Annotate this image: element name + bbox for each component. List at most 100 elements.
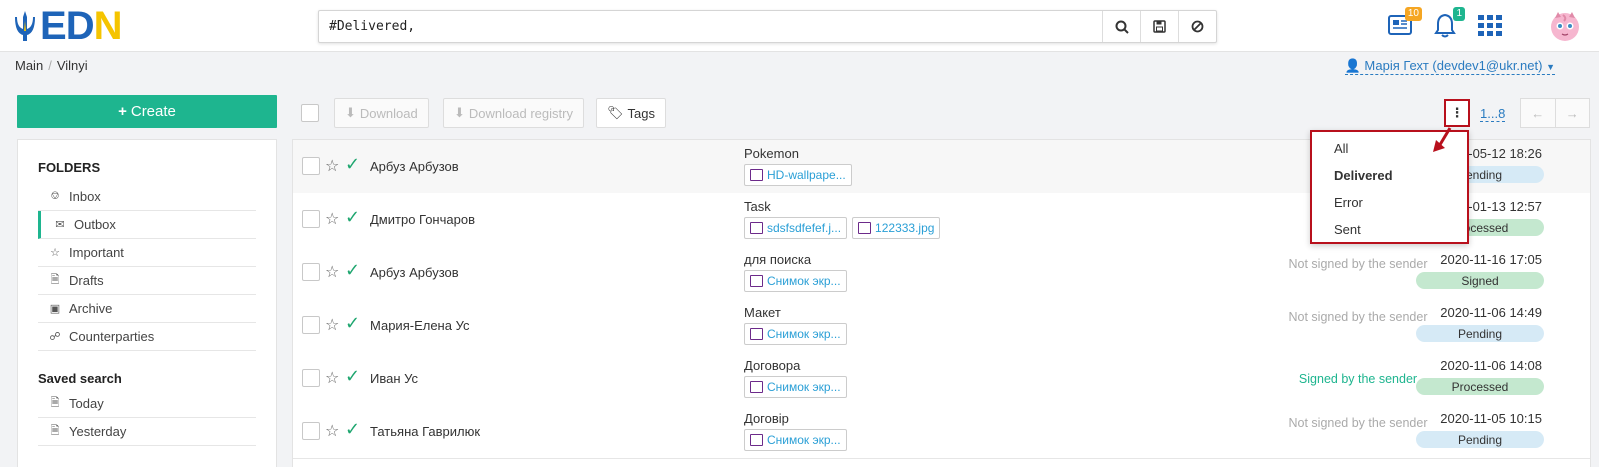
user-icon: 👤	[1344, 58, 1361, 73]
image-icon	[750, 169, 763, 181]
breadcrumb-current: Vilnyi	[56, 58, 88, 73]
sidebar: FOLDERS ⎊ Inbox ✉ Outbox ☆ Important 🗎 Draft…	[17, 139, 277, 467]
table-row[interactable]: ☆ ✓ Арбуз Арбузов для поиска Снимок экр.…	[293, 246, 1590, 300]
sidebar-item-archive[interactable]: ▣ Archive	[38, 295, 256, 323]
download-registry-label: Download registry	[468, 105, 573, 121]
sidebar-item-drafts[interactable]: 🗎 Drafts	[38, 267, 256, 295]
attachment[interactable]: Снимок экр...	[744, 270, 847, 292]
create-label: Create	[130, 103, 176, 120]
saved-search-label: Yesterday	[69, 424, 127, 439]
row-checkbox[interactable]	[302, 422, 320, 440]
checkmark-icon: ✓	[345, 313, 361, 333]
attachment[interactable]: Снимок экр...	[744, 376, 847, 398]
row-checkbox[interactable]	[302, 369, 320, 387]
star-icon[interactable]: ☆	[325, 209, 339, 229]
avatar[interactable]	[1548, 9, 1582, 43]
checkmark-icon: ✓	[345, 366, 361, 386]
checkmark-icon: ✓	[345, 419, 361, 439]
save-search-button[interactable]	[1140, 11, 1178, 42]
tags-button[interactable]: 🏷 Tags	[596, 98, 666, 128]
download-icon: ⬇	[454, 105, 465, 120]
sidebar-item-outbox[interactable]: ✉ Outbox	[38, 211, 256, 239]
download-button[interactable]: ⬇ Download	[334, 98, 429, 128]
attachment-name: 122333.jpg	[875, 221, 935, 235]
clear-search-button[interactable]	[1178, 11, 1216, 42]
checkmark-icon: ✓	[345, 154, 361, 174]
sidebar-item-counterparties[interactable]: ☍ Counterparties	[38, 323, 256, 351]
folders-heading: FOLDERS	[38, 160, 101, 175]
plus-icon: +	[118, 103, 127, 120]
star-icon[interactable]: ☆	[325, 368, 339, 388]
select-all-checkbox[interactable]	[301, 104, 319, 122]
sender-name: Татьяна Гаврилюк	[370, 424, 481, 439]
table-row[interactable]: ☆ ✓ Мария-Елена Ус Макет Снимок экр... N…	[293, 299, 1590, 353]
user-label: Марія Гехт (devdev1@ukr.net)	[1364, 58, 1543, 73]
status-badge: Pending	[1416, 431, 1544, 448]
pagination[interactable]: 1...8	[1480, 106, 1506, 122]
attachment[interactable]: 122333.jpg	[852, 217, 941, 239]
search-button[interactable]	[1102, 11, 1140, 42]
sidebar-item-label: Drafts	[69, 273, 104, 288]
checkmark-icon: ✓	[345, 260, 361, 280]
subject: Договір	[744, 411, 789, 426]
breadcrumb-main[interactable]: Main	[15, 58, 43, 73]
apps-button[interactable]	[1478, 15, 1502, 37]
page-arrows: ← →	[1520, 98, 1590, 128]
sender-name: Арбуз Арбузов	[370, 159, 459, 174]
table-row[interactable]: ☆ ✓ Иван Ус Договора Снимок экр... Signe…	[293, 352, 1590, 406]
table-row[interactable]: ☆ ✓ Татьяна Гаврилюк Договір Снимок экр.…	[293, 405, 1590, 459]
saved-search-yesterday[interactable]: 🗎 Yesterday	[38, 418, 256, 446]
user-menu[interactable]: 👤 Марія Гехт (devdev1@ukr.net) ▼	[1344, 58, 1555, 75]
image-icon	[750, 434, 763, 446]
search-bar	[318, 10, 1217, 43]
filter-option-sent[interactable]: Sent	[1312, 216, 1467, 243]
date: 2020-11-06 14:08	[1440, 358, 1542, 373]
sender-name: Иван Ус	[370, 371, 419, 386]
saved-search-today[interactable]: 🗎 Today	[38, 390, 256, 418]
row-checkbox[interactable]	[302, 157, 320, 175]
row-checkbox[interactable]	[302, 316, 320, 334]
caret-down-icon: ▼	[1546, 62, 1555, 72]
sidebar-item-label: Important	[69, 245, 124, 260]
create-button[interactable]: + Create	[17, 95, 277, 128]
documents-button[interactable]: 10	[1386, 7, 1422, 38]
subject: Макет	[744, 305, 781, 320]
row-checkbox[interactable]	[302, 263, 320, 281]
filter-option-error[interactable]: Error	[1312, 189, 1467, 216]
notifications-button[interactable]: 1	[1433, 7, 1465, 38]
tags-icon: 🏷	[607, 105, 624, 120]
checkmark-icon: ✓	[345, 207, 361, 227]
sidebar-item-label: Inbox	[69, 189, 101, 204]
edin-logo[interactable]: EDN	[14, 6, 122, 46]
star-icon[interactable]: ☆	[325, 156, 339, 176]
row-checkbox[interactable]	[302, 210, 320, 228]
attachment-name: HD-wallpape...	[767, 168, 846, 182]
date: 2020-11-05 10:15	[1440, 411, 1542, 426]
sender-name: Дмитро Гончаров	[370, 212, 475, 227]
image-icon	[750, 275, 763, 287]
star-icon[interactable]: ☆	[325, 315, 339, 335]
more-options-button[interactable]: ⋮	[1444, 99, 1470, 127]
attachment[interactable]: sdsfsdfefef.j...	[744, 217, 848, 239]
star-icon: ☆	[50, 247, 60, 259]
saved-search-label: Today	[69, 396, 104, 411]
star-icon[interactable]: ☆	[325, 262, 339, 282]
sidebar-item-important[interactable]: ☆ Important	[38, 239, 256, 267]
archive-icon: ▣	[49, 303, 61, 315]
attachment-name: sdsfsdfefef.j...	[767, 221, 842, 235]
arrow-left-icon[interactable]: ←	[1521, 99, 1555, 127]
search-input[interactable]	[319, 11, 1102, 42]
attachment[interactable]: HD-wallpape...	[744, 164, 852, 186]
filter-option-delivered[interactable]: Delivered	[1312, 162, 1467, 189]
arrow-right-icon[interactable]: →	[1554, 99, 1590, 127]
notifications-badge: 1	[1453, 7, 1465, 21]
envelope-icon: ✉	[55, 219, 65, 231]
attachment[interactable]: Снимок экр...	[744, 429, 847, 451]
grid-icon	[1478, 15, 1502, 36]
star-icon[interactable]: ☆	[325, 421, 339, 441]
download-registry-button[interactable]: ⬇ Download registry	[443, 98, 584, 128]
annotation-arrow-icon	[1433, 127, 1452, 152]
sidebar-item-inbox[interactable]: ⎊ Inbox	[38, 183, 256, 211]
sidebar-item-label: Archive	[69, 301, 113, 316]
attachment[interactable]: Снимок экр...	[744, 323, 847, 345]
